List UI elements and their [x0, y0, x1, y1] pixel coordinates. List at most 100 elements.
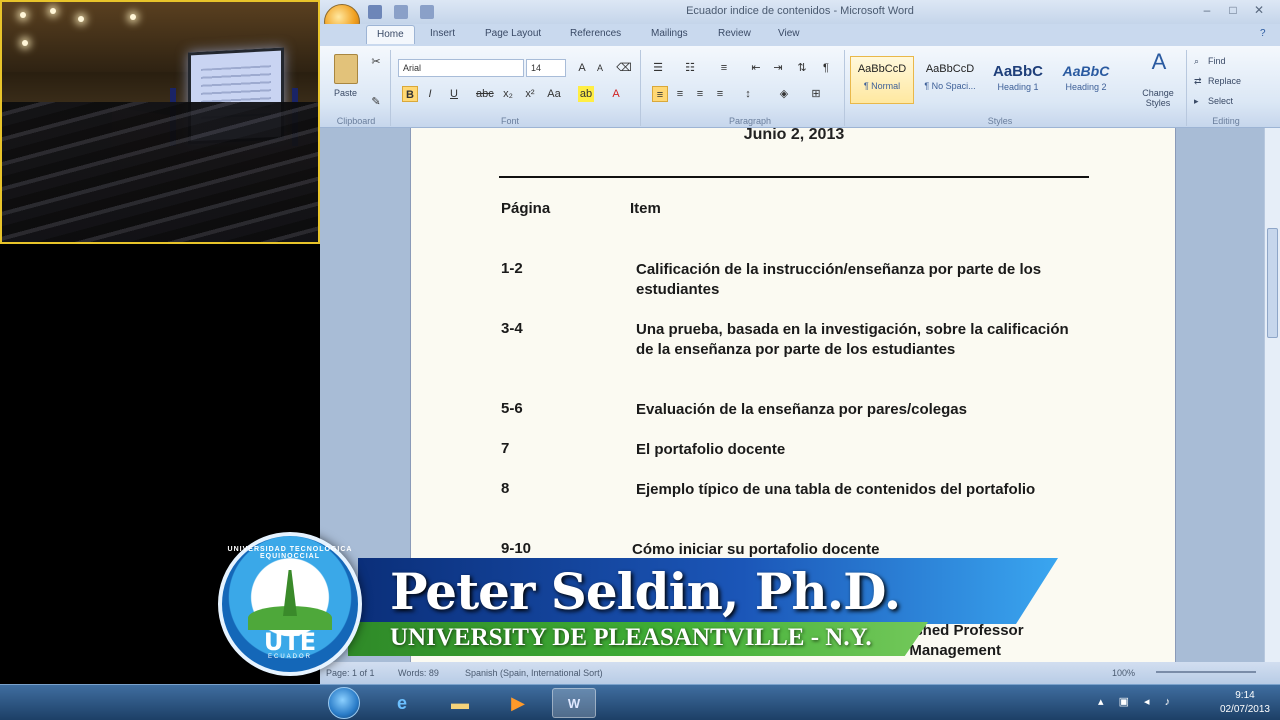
change-styles-label[interactable]: Change Styles	[1132, 88, 1184, 108]
find-button[interactable]: Find	[1208, 56, 1226, 66]
underline-button[interactable]: U	[446, 86, 462, 102]
multilevel-list-icon[interactable]: ≡	[716, 60, 732, 76]
font-color-icon[interactable]: A	[608, 86, 624, 102]
tab-mailings[interactable]: Mailings	[651, 28, 688, 39]
italic-button[interactable]: I	[422, 86, 438, 102]
justify-button[interactable]: ≡	[712, 86, 728, 102]
speaker-name: Peter Seldin, Ph.D.	[390, 562, 901, 621]
grow-font-icon[interactable]: A	[574, 60, 590, 76]
vertical-scrollbar[interactable]	[1264, 128, 1280, 662]
style-sample: AaBbC	[1062, 63, 1110, 79]
change-styles-icon[interactable]: A	[1146, 51, 1172, 73]
zoom-slider[interactable]	[1156, 671, 1256, 673]
ribbon-tabs: Home Insert Page Layout References Maili…	[320, 24, 1280, 46]
lower-third-banner: Peter Seldin, Ph.D. UNIVERSITY DE PLEASA…	[218, 532, 1078, 682]
change-case-icon[interactable]: Aa	[546, 86, 562, 102]
close-button[interactable]: ✕	[1250, 3, 1268, 17]
select-icon[interactable]: ▸	[1194, 96, 1199, 107]
toc-page-number: 7	[501, 440, 510, 457]
font-name-box[interactable]: Arial	[398, 59, 524, 77]
ribbon: Paste ✂ ✎ Clipboard Arial 14 A A ⌫ B I U…	[320, 46, 1280, 128]
horizontal-rule	[499, 176, 1089, 178]
video-frame: Ecuador indice de contenidos - Microsoft…	[0, 0, 1280, 720]
decrease-indent-icon[interactable]: ⇤	[748, 60, 764, 76]
toc-item-text: Una prueba, basada en la investigación, …	[636, 321, 1069, 358]
shading-icon[interactable]: ◈	[776, 86, 792, 102]
style-name: Heading 2	[1065, 82, 1107, 92]
ceiling-light	[20, 12, 26, 18]
help-icon[interactable]: ?	[1260, 28, 1266, 39]
subscript-button[interactable]: x₂	[500, 86, 516, 102]
bold-button[interactable]: B	[402, 86, 418, 102]
align-left-button[interactable]: ≡	[652, 86, 668, 102]
file-explorer-icon[interactable]: ▬	[438, 688, 482, 718]
toc-page-number: 5-6	[501, 400, 523, 417]
ute-logo: UNIVERSIDAD TECNOLÓGICA EQUINOCCIAL UTE …	[218, 532, 362, 676]
start-button[interactable]	[328, 687, 360, 719]
group-label-font: Font	[500, 116, 519, 126]
numbering-icon[interactable]: ☷	[682, 60, 698, 76]
window-title: Ecuador indice de contenidos - Microsoft…	[686, 5, 914, 17]
divider	[844, 50, 845, 126]
minimize-button[interactable]: –	[1198, 3, 1216, 17]
logo-country: ECUADOR	[267, 654, 312, 660]
line-spacing-icon[interactable]: ↕	[740, 86, 756, 102]
replace-button[interactable]: Replace	[1208, 76, 1241, 86]
sort-icon[interactable]: ⇅	[794, 60, 810, 76]
style-name: ¶ Normal	[863, 81, 901, 91]
style-heading-2[interactable]: AaBbC Heading 2	[1054, 56, 1118, 104]
status-zoom[interactable]: 100%	[1112, 668, 1135, 678]
tab-page-layout[interactable]: Page Layout	[485, 28, 541, 39]
tab-view[interactable]: View	[778, 28, 800, 39]
style-normal[interactable]: AaBbCcD ¶ Normal	[850, 56, 914, 104]
title-bar: Ecuador indice de contenidos - Microsoft…	[320, 0, 1280, 24]
style-sample: AaBbC	[992, 63, 1043, 80]
tab-home[interactable]: Home	[366, 25, 415, 44]
clock[interactable]: 9:14 02/07/2013	[1220, 689, 1270, 717]
find-icon[interactable]: ⌕	[1194, 56, 1199, 67]
tab-insert[interactable]: Insert	[430, 28, 455, 39]
superscript-button[interactable]: x²	[522, 86, 538, 102]
logo-ring-text: UNIVERSIDAD TECNOLÓGICA EQUINOCCIAL	[227, 546, 353, 560]
format-painter-icon[interactable]: ✎	[368, 94, 384, 110]
ceiling-light	[78, 16, 84, 22]
camera-inset	[0, 0, 320, 244]
ceiling-light	[130, 14, 136, 20]
toc-item-text: El portafolio docente	[636, 441, 786, 458]
increase-indent-icon[interactable]: ⇥	[770, 60, 786, 76]
divider	[1186, 50, 1187, 126]
toc-page-number: 1-2	[501, 260, 523, 277]
style-heading-1[interactable]: AaBbC Heading 1	[986, 56, 1050, 104]
internet-explorer-icon[interactable]: e	[380, 688, 424, 718]
show-formatting-icon[interactable]: ¶	[818, 60, 834, 76]
strikethrough-button[interactable]: abc	[476, 86, 494, 102]
divider	[640, 50, 641, 126]
group-label-editing: Editing	[1212, 116, 1240, 126]
style-sample: AaBbCcD	[857, 63, 907, 75]
style-no-spacing[interactable]: AaBbCcD ¶ No Spaci...	[918, 56, 982, 104]
audience	[2, 102, 318, 242]
select-button[interactable]: Select	[1208, 96, 1233, 106]
media-player-icon[interactable]: ▶	[496, 688, 540, 718]
bullets-icon[interactable]: ☰	[650, 60, 666, 76]
tab-review[interactable]: Review	[718, 28, 751, 39]
borders-icon[interactable]: ⊞	[808, 86, 824, 102]
ceiling-light	[50, 8, 56, 14]
align-center-button[interactable]: ≡	[672, 86, 688, 102]
word-taskbar-icon[interactable]: W	[552, 688, 596, 718]
highlight-icon[interactable]: ab	[578, 86, 594, 102]
font-size-box[interactable]: 14	[526, 59, 566, 77]
clear-format-icon[interactable]: ⌫	[616, 60, 632, 76]
tab-references[interactable]: References	[570, 28, 621, 39]
paste-label[interactable]: Paste	[334, 88, 357, 98]
shrink-font-icon[interactable]: A	[592, 60, 608, 76]
align-right-button[interactable]: ≡	[692, 86, 708, 102]
system-tray[interactable]: ▴ ▣ ◂ ♪	[1098, 695, 1176, 708]
scrollbar-thumb[interactable]	[1267, 228, 1278, 338]
paste-icon[interactable]	[334, 54, 358, 84]
replace-icon[interactable]: ⇄	[1194, 76, 1202, 87]
cut-icon[interactable]: ✂	[368, 54, 384, 70]
group-label-clipboard: Clipboard	[336, 116, 376, 126]
toc-item-text: Calificación de la instrucción/enseñanza…	[636, 261, 1042, 298]
maximize-button[interactable]: □	[1224, 3, 1242, 17]
